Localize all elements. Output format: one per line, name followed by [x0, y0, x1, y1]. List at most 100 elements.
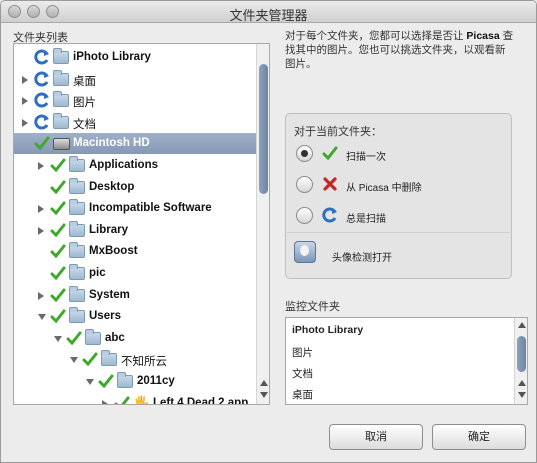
disclosure-collapsed-icon[interactable] [38, 226, 44, 235]
scan-once-icon[interactable] [50, 243, 66, 259]
option-radio[interactable] [296, 207, 313, 224]
folder-tree[interactable]: iPhoto Library 桌面 图片文档 Macintosh HD Applicat… [13, 43, 270, 405]
folder-icon [53, 48, 69, 64]
disclosure-collapsed-icon[interactable] [22, 75, 28, 84]
scan-once-icon[interactable] [50, 157, 66, 173]
tree-row[interactable]: 图片 [14, 90, 257, 111]
disclosure-collapsed-icon[interactable] [22, 97, 28, 106]
watched-folder-item[interactable]: 图片 [292, 345, 313, 360]
disclosure-collapsed-icon[interactable] [38, 205, 44, 214]
tree-row[interactable]: System [14, 285, 257, 306]
scan-once-icon[interactable] [50, 200, 66, 216]
tree-row[interactable]: Library [14, 220, 257, 241]
disclosure-collapsed-icon[interactable] [38, 291, 44, 300]
scroll-down-arrow-icon[interactable] [260, 392, 268, 398]
title-bar: 文件夹管理器 [1, 1, 536, 23]
tree-row[interactable]: Incompatible Software [14, 198, 257, 219]
tree-row-label: iPhoto Library [73, 51, 151, 63]
description-brand: Picasa [466, 30, 500, 42]
folder-icon [101, 350, 117, 367]
watched-folders-list[interactable]: iPhoto Library 图片文档桌面 [285, 317, 528, 405]
watched-folders-scrollbar[interactable] [514, 318, 527, 404]
tree-row-label: 2011cy [137, 375, 175, 387]
option-label: 扫描一次 [346, 152, 386, 163]
scroll-up-arrow-icon[interactable] [260, 380, 268, 386]
tree-row[interactable]: 桌面 [14, 69, 257, 90]
tree-row[interactable]: 不知所云 [14, 349, 257, 370]
tree-row-label: Left 4 Dead 2.app [153, 396, 249, 405]
folder-icon [69, 220, 85, 237]
scan-once-icon[interactable] [50, 308, 66, 324]
option-row[interactable]: 从 Picasa 中删除 [294, 173, 504, 197]
scan-once-icon[interactable] [50, 179, 66, 195]
tree-row[interactable]: Applications [14, 155, 257, 176]
scan-once-icon[interactable] [50, 222, 66, 238]
tree-row-label: 文档 [73, 118, 96, 131]
disclosure-expanded-icon[interactable] [86, 379, 94, 385]
scan-once-icon[interactable] [82, 351, 98, 367]
option-row[interactable]: 扫描一次 [294, 142, 504, 166]
folder-icon [69, 242, 85, 259]
scan-once-icon[interactable] [66, 330, 82, 346]
folder-manager-window: 文件夹管理器 文件夹列表 iPhoto Library 桌面 图片 文档 Macinto… [0, 0, 537, 463]
scan-once-icon[interactable] [50, 287, 66, 303]
disclosure-collapsed-icon[interactable] [38, 162, 44, 170]
disclosure-expanded-icon[interactable] [70, 357, 78, 364]
always-scan-icon[interactable] [322, 207, 338, 223]
folder-tree-scroll-thumb[interactable] [259, 64, 268, 194]
tree-row[interactable]: Desktop [14, 177, 257, 198]
option-row[interactable]: 总是扫描 [294, 204, 504, 228]
scan-once-icon[interactable] [98, 373, 114, 389]
tree-row-label: abc [105, 331, 125, 344]
always-scan-icon[interactable] [34, 71, 50, 87]
ok-button[interactable]: 确定 [432, 424, 526, 450]
remove-icon[interactable] [322, 176, 338, 192]
option-radio[interactable] [296, 176, 313, 193]
option-radio[interactable] [296, 145, 313, 162]
tree-row[interactable]: Macintosh HD [14, 133, 257, 155]
scan-once-icon[interactable] [114, 395, 130, 404]
window-title: 文件夹管理器 [229, 8, 308, 23]
description-text-1: 对于每个文件夹，您都可以选择是否让 [285, 30, 467, 42]
folder-icon [69, 285, 85, 302]
tree-row[interactable]: abc [14, 328, 257, 349]
tree-row[interactable]: Users [14, 306, 257, 327]
scan-once-icon[interactable] [322, 145, 338, 161]
always-scan-icon[interactable] [34, 114, 50, 130]
face-detection-icon[interactable] [294, 241, 316, 263]
folder-icon [117, 372, 133, 388]
tree-row[interactable]: 2011cy [14, 371, 257, 392]
tree-row[interactable]: 文档 [14, 112, 257, 133]
tree-row-label: 不知所云 [121, 356, 167, 369]
folder-tree-scrollbar[interactable] [256, 44, 269, 404]
tree-row-label: MxBoost [89, 245, 138, 258]
disclosure-expanded-icon[interactable] [54, 335, 62, 342]
tree-row[interactable]: 🖐 Left 4 Dead 2.app [14, 393, 257, 405]
disclosure-collapsed-icon[interactable] [102, 399, 108, 404]
folder-icon [69, 264, 85, 280]
scroll-up-arrow-icon[interactable] [518, 322, 526, 328]
tree-row-label: pic [89, 267, 106, 279]
watched-folder-item[interactable]: iPhoto Library [292, 324, 363, 336]
cancel-button[interactable]: 取消 [329, 424, 423, 450]
tree-row[interactable]: iPhoto Library [14, 47, 257, 68]
tree-row-label: Desktop [89, 180, 135, 193]
folder-icon [69, 307, 85, 324]
scan-once-icon[interactable] [34, 135, 50, 151]
disclosure-expanded-icon[interactable] [38, 314, 46, 321]
scroll-up-arrow-icon[interactable] [518, 380, 526, 386]
tree-row-label: Users [89, 310, 121, 323]
app-icon: 🖐 [133, 394, 150, 405]
watched-folder-item[interactable]: 桌面 [292, 387, 313, 402]
disclosure-collapsed-icon[interactable] [22, 118, 28, 127]
tree-row[interactable]: MxBoost [14, 241, 257, 262]
tree-row[interactable]: pic [14, 263, 257, 284]
watched-folders-scroll-thumb[interactable] [517, 336, 526, 372]
option-label: 从 Picasa 中删除 [346, 183, 422, 194]
scan-once-icon[interactable] [50, 265, 66, 281]
always-scan-icon[interactable] [34, 49, 50, 65]
always-scan-icon[interactable] [34, 92, 50, 108]
watched-folder-item[interactable]: 文档 [292, 366, 313, 381]
scroll-down-arrow-icon[interactable] [518, 392, 526, 398]
folder-icon [53, 69, 69, 86]
